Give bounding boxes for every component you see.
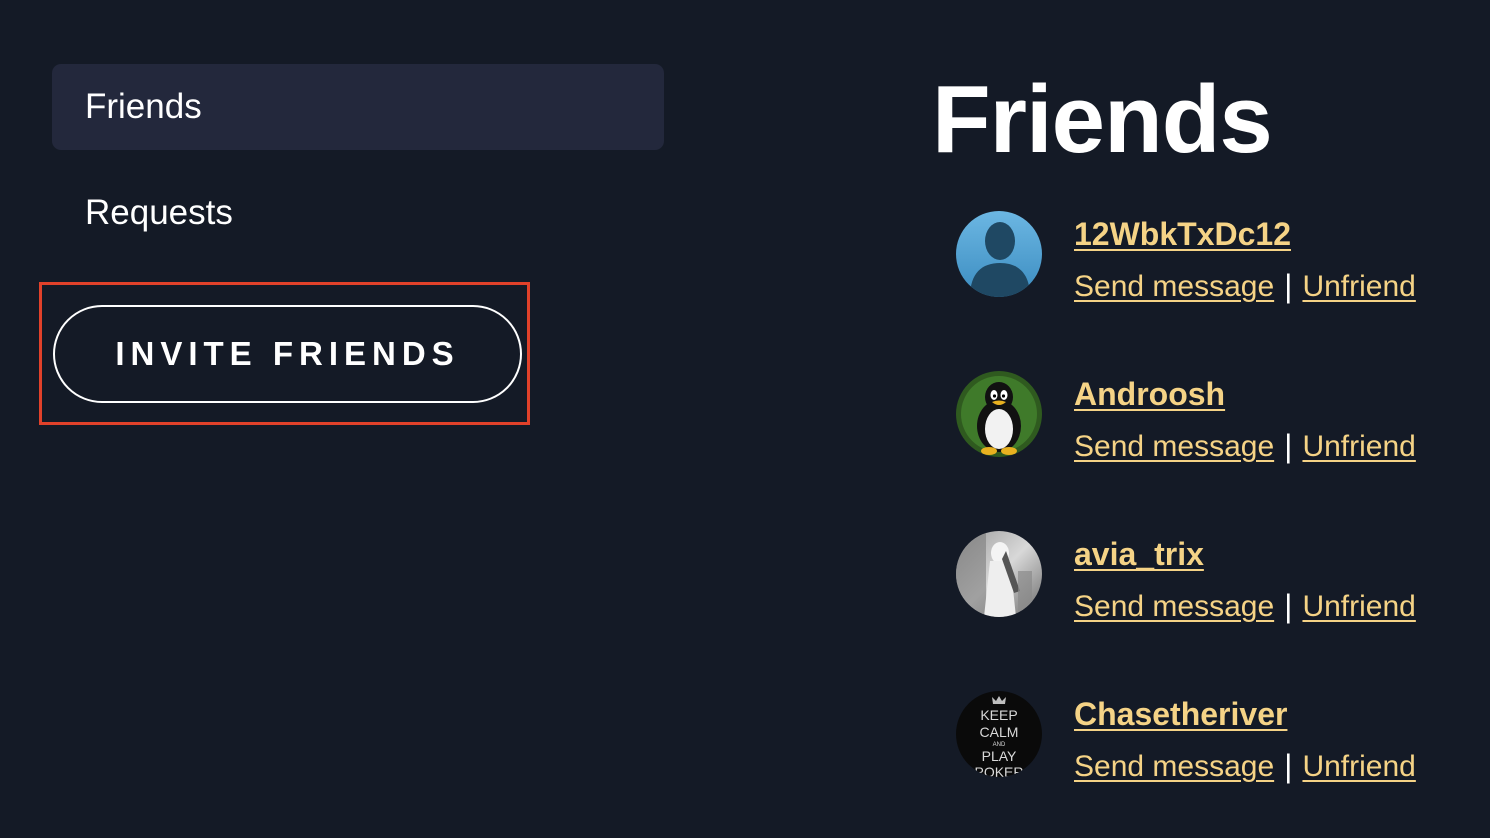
separator: | — [1284, 588, 1293, 624]
avatar-text: PLAY — [982, 748, 1017, 764]
list-item: 12WbkTxDc12 Send message | Unfriend — [956, 210, 1476, 370]
separator: | — [1284, 428, 1293, 464]
list-item: avia_trix Send message | Unfriend — [956, 530, 1476, 690]
avatar-text: KEEP — [980, 707, 1017, 723]
sidebar-item-friends[interactable]: Friends — [52, 64, 664, 150]
photo-avatar[interactable] — [956, 531, 1042, 617]
invite-friends-button[interactable]: INVITE FRIENDS — [53, 305, 522, 403]
sidebar-item-label: Requests — [85, 193, 233, 232]
friend-name-link[interactable]: 12WbkTxDc12 — [1074, 216, 1291, 253]
send-message-link[interactable]: Send message — [1074, 270, 1274, 304]
unfriend-link[interactable]: Unfriend — [1302, 270, 1415, 304]
list-item: KEEP CALM AND PLAY POKER Chasetheriver S… — [956, 690, 1476, 838]
sidebar-item-label: Friends — [85, 87, 202, 126]
default-silhouette-avatar[interactable] — [956, 211, 1042, 297]
friend-actions: Send message | Unfriend — [1074, 268, 1416, 305]
avatar-text: CALM — [980, 724, 1019, 740]
page-title: Friends — [932, 66, 1273, 173]
penguin-avatar[interactable] — [956, 371, 1042, 457]
separator: | — [1284, 748, 1293, 784]
send-message-link[interactable]: Send message — [1074, 750, 1274, 784]
send-message-link[interactable]: Send message — [1074, 430, 1274, 464]
avatar-text: POKER — [974, 764, 1023, 777]
friend-actions: Send message | Unfriend — [1074, 428, 1416, 465]
friend-list: 12WbkTxDc12 Send message | Unfriend Andr… — [956, 210, 1476, 838]
friend-name-link[interactable]: Androosh — [1074, 376, 1225, 413]
keep-calm-avatar[interactable]: KEEP CALM AND PLAY POKER — [956, 691, 1042, 777]
list-item: Androosh Send message | Unfriend — [956, 370, 1476, 530]
friend-actions: Send message | Unfriend — [1074, 748, 1416, 785]
send-message-link[interactable]: Send message — [1074, 590, 1274, 624]
unfriend-link[interactable]: Unfriend — [1302, 590, 1415, 624]
friend-name-link[interactable]: avia_trix — [1074, 536, 1204, 573]
sidebar-item-requests[interactable]: Requests — [52, 170, 664, 256]
friend-name-link[interactable]: Chasetheriver — [1074, 696, 1287, 733]
unfriend-link[interactable]: Unfriend — [1302, 750, 1415, 784]
friend-actions: Send message | Unfriend — [1074, 588, 1416, 625]
friends-page: Friends Requests INVITE FRIENDS Friends — [0, 0, 1490, 838]
separator: | — [1284, 268, 1293, 304]
unfriend-link[interactable]: Unfriend — [1302, 430, 1415, 464]
